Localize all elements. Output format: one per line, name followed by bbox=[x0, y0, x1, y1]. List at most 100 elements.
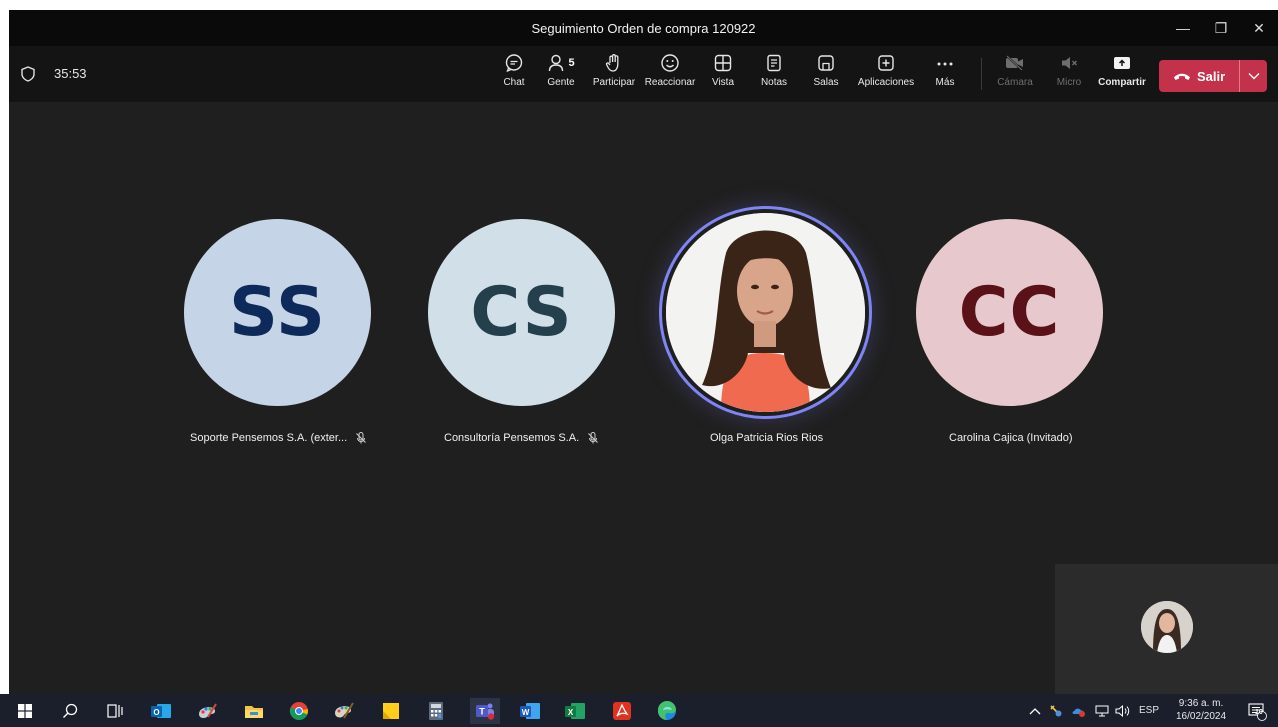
file-explorer-icon[interactable] bbox=[241, 698, 267, 724]
outlook-icon[interactable]: O bbox=[148, 698, 174, 724]
notes-icon bbox=[764, 52, 784, 74]
camera-button[interactable]: Cámara bbox=[995, 52, 1035, 98]
hand-icon bbox=[604, 52, 624, 74]
more-button[interactable]: Más bbox=[929, 52, 961, 98]
more-label: Más bbox=[935, 77, 955, 88]
notifications-button[interactable]: 10 bbox=[1244, 698, 1270, 724]
mic-label: Micro bbox=[1056, 77, 1082, 88]
svg-text:X: X bbox=[568, 708, 574, 717]
participant-name-olga: Olga Patricia Rios Rios bbox=[710, 432, 823, 444]
calculator-icon[interactable] bbox=[423, 698, 449, 724]
chevron-up-icon[interactable] bbox=[1029, 707, 1041, 715]
svg-text:T: T bbox=[479, 707, 485, 717]
share-icon bbox=[1112, 52, 1132, 74]
apps-button[interactable]: Aplicaciones bbox=[853, 52, 919, 98]
speaker-muted-icon bbox=[1059, 52, 1079, 74]
notification-count: 10 bbox=[1255, 709, 1263, 716]
raise-hand-label: Participar bbox=[592, 77, 636, 88]
people-label: Gente bbox=[547, 77, 575, 88]
leave-label: Salir bbox=[1197, 68, 1226, 84]
rooms-icon bbox=[816, 52, 836, 74]
minimize-button[interactable]: — bbox=[1164, 10, 1202, 46]
rooms-button[interactable]: Salas bbox=[809, 52, 843, 98]
svg-text:W: W bbox=[522, 708, 530, 717]
windows-taskbar: O T W X ESP 9:36 a. m. 16/02/2024 10 bbox=[0, 694, 1278, 727]
share-button[interactable]: Compartir bbox=[1095, 52, 1149, 98]
toolbar-separator bbox=[981, 58, 982, 90]
notes-label: Notas bbox=[760, 77, 788, 88]
search-icon[interactable] bbox=[57, 698, 83, 724]
camera-label: Cámara bbox=[997, 77, 1033, 88]
avatar-initials: CC bbox=[958, 273, 1061, 352]
excel-icon[interactable]: X bbox=[562, 698, 588, 724]
add-app-icon bbox=[876, 52, 896, 74]
avatar-initials: SS bbox=[229, 273, 326, 352]
paint-palette-icon[interactable] bbox=[331, 698, 357, 724]
meeting-timer: 35:53 bbox=[54, 66, 87, 81]
clock-date: 16/02/2024 bbox=[1176, 711, 1227, 722]
leave-options-button[interactable] bbox=[1240, 60, 1267, 92]
title-bar: Seguimiento Orden de compra 120922 — ❐ ✕ bbox=[9, 10, 1278, 46]
taskbar-clock[interactable]: 9:36 a. m. 16/02/2024 bbox=[1176, 697, 1226, 723]
mic-off-icon bbox=[355, 432, 367, 444]
notes-button[interactable]: Notas bbox=[755, 52, 793, 98]
participant-avatar-cc[interactable]: CC bbox=[916, 219, 1103, 406]
apps-label: Aplicaciones bbox=[857, 77, 915, 88]
shield-icon[interactable] bbox=[21, 66, 35, 87]
clock-time: 9:36 a. m. bbox=[1178, 698, 1224, 709]
leave-main[interactable]: Salir bbox=[1159, 60, 1239, 92]
svg-text:O: O bbox=[153, 708, 159, 717]
mic-button[interactable]: Micro bbox=[1051, 52, 1087, 98]
volume-icon[interactable] bbox=[1115, 704, 1131, 717]
raise-hand-button[interactable]: Participar bbox=[587, 52, 641, 98]
smiley-icon bbox=[660, 52, 680, 74]
share-label: Compartir bbox=[1098, 77, 1146, 88]
maximize-button[interactable]: ❐ bbox=[1202, 10, 1240, 46]
input-language[interactable]: ESP bbox=[1139, 705, 1159, 716]
paint-tool-icon[interactable] bbox=[194, 698, 220, 724]
view-button[interactable]: Vista bbox=[705, 52, 741, 98]
people-button[interactable]: 5 Gente bbox=[539, 52, 583, 98]
system-tray: ESP bbox=[1029, 694, 1159, 727]
window-controls: — ❐ ✕ bbox=[1164, 10, 1278, 46]
avatar-initials: CS bbox=[470, 273, 573, 352]
teams-icon[interactable]: T bbox=[470, 698, 500, 724]
participant-photo bbox=[666, 213, 865, 412]
mic-off-icon bbox=[587, 432, 599, 444]
self-avatar bbox=[1141, 601, 1193, 653]
window-title: Seguimiento Orden de compra 120922 bbox=[531, 20, 756, 36]
participant-label: Soporte Pensemos S.A. (exter... bbox=[190, 432, 348, 444]
camera-off-icon bbox=[1004, 52, 1026, 74]
hang-up-icon bbox=[1173, 71, 1191, 81]
chrome-icon[interactable] bbox=[286, 698, 312, 724]
sticky-notes-icon[interactable] bbox=[378, 698, 404, 724]
chat-icon bbox=[504, 52, 524, 74]
grid-icon bbox=[713, 52, 733, 74]
chevron-down-icon bbox=[1248, 72, 1260, 80]
people-count: 5 bbox=[568, 57, 575, 69]
acrobat-icon[interactable] bbox=[609, 698, 635, 724]
participant-avatar-ss[interactable]: SS bbox=[184, 219, 371, 406]
meeting-toolbar: 35:53 Chat 5 Gente Participar Reaccionar… bbox=[9, 46, 1278, 102]
close-button[interactable]: ✕ bbox=[1240, 10, 1278, 46]
windows-start-icon[interactable] bbox=[12, 698, 38, 724]
network-key-icon[interactable] bbox=[1049, 704, 1063, 718]
participant-label: Olga Patricia Rios Rios bbox=[710, 432, 824, 444]
react-label: Reaccionar bbox=[644, 77, 696, 88]
participant-label: Consultoría Pensemos S.A. bbox=[444, 432, 580, 444]
leave-button[interactable]: Salir bbox=[1159, 60, 1267, 92]
edge-icon[interactable] bbox=[654, 698, 680, 724]
onedrive-error-icon[interactable] bbox=[1071, 704, 1087, 718]
participant-name-ss: Soporte Pensemos S.A. (exter... bbox=[190, 432, 367, 444]
view-label: Vista bbox=[711, 77, 735, 88]
chat-label: Chat bbox=[503, 77, 525, 88]
participant-avatar-speaking[interactable] bbox=[659, 206, 872, 419]
react-button[interactable]: Reaccionar bbox=[641, 52, 699, 98]
network-icon[interactable] bbox=[1095, 705, 1109, 717]
chat-button[interactable]: Chat bbox=[494, 52, 534, 98]
participant-label: Carolina Cajica (Invitado) bbox=[949, 432, 1073, 444]
task-view-icon[interactable] bbox=[103, 698, 129, 724]
word-icon[interactable]: W bbox=[517, 698, 543, 724]
people-icon: 5 bbox=[547, 52, 575, 74]
participant-avatar-cs[interactable]: CS bbox=[428, 219, 615, 406]
